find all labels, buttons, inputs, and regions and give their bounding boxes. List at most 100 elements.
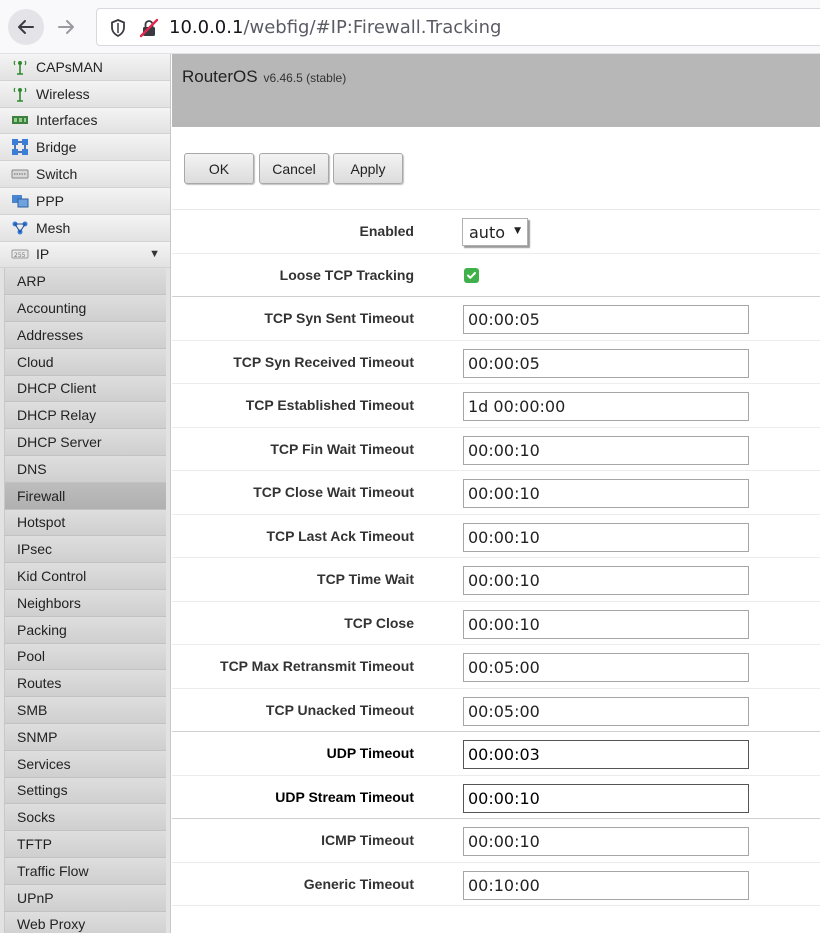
submenu-item-firewall[interactable]: Firewall <box>4 482 166 510</box>
submenu-item-dns[interactable]: DNS <box>4 455 166 483</box>
field-label: TCP Syn Sent Timeout <box>264 310 414 327</box>
sidebar-item-label: PPP <box>36 192 65 209</box>
field-label: TCP Close Wait Timeout <box>253 484 414 501</box>
tracking-form: OK Cancel Apply Enabled auto ▼ Loose TCP… <box>172 127 820 933</box>
back-button[interactable] <box>8 9 44 45</box>
enabled-select[interactable]: auto ▼ <box>462 218 528 246</box>
submenu-item-dhcp-client[interactable]: DHCP Client <box>4 375 166 403</box>
field-label: ICMP Timeout <box>321 832 414 849</box>
form-row-enabled: Enabled auto ▼ <box>172 210 820 254</box>
sidebar-item-bridge[interactable]: Bridge <box>0 134 170 162</box>
apply-button[interactable]: Apply <box>333 153 403 184</box>
field-label: Enabled <box>359 223 414 240</box>
submenu-item-dhcp-server[interactable]: DHCP Server <box>4 429 166 456</box>
sidebar-item-ip[interactable]: 255 IP ▼ <box>0 241 170 269</box>
tcp-close-wait-timeout-input[interactable]: 00:00:10 <box>463 479 749 508</box>
form-row-icmp-timeout: ICMP Timeout 00:00:10 <box>172 819 820 863</box>
sidebar-item-wireless[interactable]: Wireless <box>0 80 170 108</box>
tcp-fin-wait-timeout-input[interactable]: 00:00:10 <box>463 435 749 465</box>
dropdown-caret-icon: ▼ <box>514 226 521 236</box>
url-path: /webfig/#IP:Firewall.Tracking <box>243 17 502 38</box>
ppp-icon <box>10 193 30 209</box>
submenu-item-arp[interactable]: ARP <box>4 268 166 296</box>
form-row-tcp-syn-received-timeout: TCP Syn Received Timeout 00:00:05 <box>172 341 820 384</box>
submenu-item-snmp[interactable]: SNMP <box>4 723 166 751</box>
cancel-button[interactable]: Cancel <box>259 153 329 184</box>
submenu-item-hotspot[interactable]: Hotspot <box>4 509 166 537</box>
loose-tcp-tracking-checkbox[interactable] <box>464 267 479 283</box>
forward-button[interactable] <box>48 9 84 45</box>
mesh-icon <box>10 220 30 236</box>
form-row-tcp-close-wait-timeout: TCP Close Wait Timeout 00:00:10 <box>172 471 820 515</box>
form-row-tcp-established-timeout: TCP Established Timeout 1d 00:00:00 <box>172 384 820 428</box>
bridge-icon <box>10 139 30 156</box>
tcp-time-wait-input[interactable]: 00:00:10 <box>463 566 749 595</box>
tcp-unacked-timeout-input[interactable]: 00:05:00 <box>463 696 749 726</box>
expand-arrow-icon[interactable]: ▼ <box>149 248 160 260</box>
field-label: TCP Close <box>344 614 414 631</box>
button-bar: OK Cancel Apply <box>172 127 820 210</box>
field-label: TCP Syn Received Timeout <box>233 353 414 370</box>
submenu-item-services[interactable]: Services <box>4 750 166 778</box>
form-row-tcp-close: TCP Close 00:00:10 <box>172 602 820 645</box>
sidebar-item-label: Wireless <box>36 85 90 102</box>
form-row-udp-stream-timeout: UDP Stream Timeout 00:00:10 <box>172 776 820 819</box>
address-bar[interactable]: 10.0.0.1/webfig/#IP:Firewall.Tracking <box>96 8 820 46</box>
interface-card-icon <box>10 112 30 128</box>
main-panel: RouterOS v6.46.5 (stable) OK Cancel Appl… <box>172 54 820 933</box>
url-text: 10.0.0.1/webfig/#IP:Firewall.Tracking <box>169 17 501 38</box>
sidebar-item-capsman[interactable]: CAPsMAN <box>0 54 170 81</box>
arrow-right-icon <box>58 20 74 34</box>
submenu-item-dhcp-relay[interactable]: DHCP Relay <box>4 402 166 430</box>
sidebar-item-mesh[interactable]: Mesh <box>0 214 170 242</box>
submenu-item-neighbors[interactable]: Neighbors <box>4 589 166 617</box>
sidebar-item-ppp[interactable]: PPP <box>0 187 170 215</box>
udp-timeout-input[interactable]: 00:00:03 <box>463 740 749 769</box>
submenu-item-ipsec[interactable]: IPsec <box>4 536 166 564</box>
select-value: auto <box>469 222 506 242</box>
arrow-left-icon <box>18 20 34 34</box>
ok-button[interactable]: OK <box>184 153 254 184</box>
sidebar: CAPsMAN Wireless Interfaces Bridge Switc… <box>0 54 171 933</box>
svg-text:255: 255 <box>14 252 26 259</box>
browser-toolbar: 10.0.0.1/webfig/#IP:Firewall.Tracking <box>0 0 820 54</box>
udp-stream-timeout-input[interactable]: 00:00:10 <box>463 783 749 813</box>
tcp-last-ack-timeout-input[interactable]: 00:00:10 <box>463 522 749 552</box>
ip-icon: 255 <box>10 246 30 262</box>
shield-icon[interactable] <box>109 18 127 38</box>
insecure-connection-icon[interactable] <box>139 18 159 38</box>
submenu-item-cloud[interactable]: Cloud <box>4 348 166 376</box>
sidebar-item-label: Switch <box>36 166 78 183</box>
antenna-icon <box>10 86 30 102</box>
submenu-item-traffic-flow[interactable]: Traffic Flow <box>4 857 166 885</box>
submenu-item-packing[interactable]: Packing <box>4 616 166 644</box>
icmp-timeout-input[interactable]: 00:00:10 <box>463 827 749 856</box>
tcp-syn-received-timeout-input[interactable]: 00:00:05 <box>463 348 749 378</box>
field-label: TCP Max Retransmit Timeout <box>220 658 414 675</box>
submenu-item-tftp[interactable]: TFTP <box>4 831 166 858</box>
tcp-close-input[interactable]: 00:00:10 <box>463 609 749 639</box>
field-label: UDP Timeout <box>326 745 414 762</box>
submenu-item-settings[interactable]: Settings <box>4 777 166 805</box>
field-label: TCP Established Timeout <box>245 397 414 414</box>
generic-timeout-input[interactable]: 00:10:00 <box>463 870 749 900</box>
form-row-tcp-last-ack-timeout: TCP Last Ack Timeout 00:00:10 <box>172 515 820 558</box>
submenu-item-pool[interactable]: Pool <box>4 643 166 671</box>
antenna-icon <box>10 59 30 75</box>
submenu-item-accounting[interactable]: Accounting <box>4 295 166 322</box>
submenu-item-web-proxy[interactable]: Web Proxy <box>4 911 166 933</box>
field-label: Generic Timeout <box>303 875 414 892</box>
submenu-item-kid-control[interactable]: Kid Control <box>4 563 166 590</box>
tcp-max-retransmit-timeout-input[interactable]: 00:05:00 <box>463 653 749 682</box>
submenu-item-addresses[interactable]: Addresses <box>4 321 166 349</box>
sidebar-item-switch[interactable]: Switch <box>0 161 170 188</box>
tcp-established-timeout-input[interactable]: 1d 00:00:00 <box>463 392 749 421</box>
form-row-tcp-unacked-timeout: TCP Unacked Timeout 00:05:00 <box>172 689 820 732</box>
submenu-item-routes[interactable]: Routes <box>4 670 166 698</box>
tcp-syn-sent-timeout-input[interactable]: 00:00:05 <box>463 305 749 334</box>
submenu-item-upnp[interactable]: UPnP <box>4 884 166 912</box>
submenu-item-socks[interactable]: Socks <box>4 804 166 832</box>
sidebar-item-interfaces[interactable]: Interfaces <box>0 107 170 135</box>
ip-submenu: ARP Accounting Addresses Cloud DHCP Clie… <box>0 268 170 933</box>
submenu-item-smb[interactable]: SMB <box>4 697 166 724</box>
